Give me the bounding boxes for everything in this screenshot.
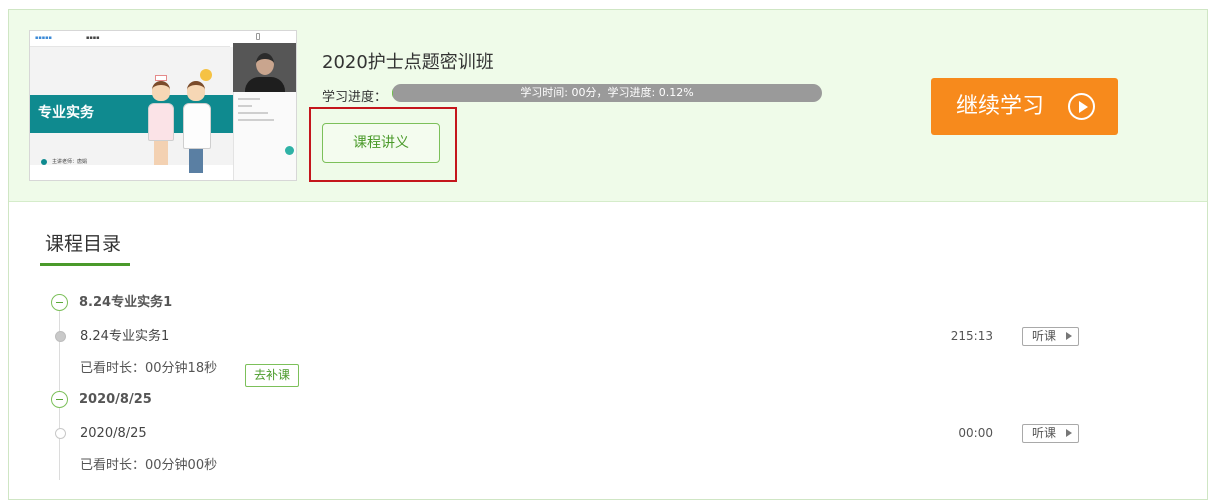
course-panel: ▪▪▪▪▪ ▪▪▪▪ 专业实务 主讲老师：唐娟 2020护士点题密训班 学习进度… [8, 9, 1208, 500]
lesson-name[interactable]: 8.24专业实务1 [80, 327, 169, 346]
timeline-node-icon [55, 428, 66, 439]
teacher-dot-icon [41, 159, 47, 165]
catalog-tab-underline [40, 263, 130, 266]
play-arrow-icon [1066, 429, 1072, 437]
progress-label: 学习进度： [322, 90, 388, 105]
lesson-duration: 00:00 [958, 426, 993, 440]
catalog-title: 课程目录 [45, 233, 122, 255]
course-notes-button[interactable]: 课程讲义 [322, 123, 440, 163]
listen-button[interactable]: 听课 [1022, 424, 1079, 443]
course-thumbnail[interactable]: ▪▪▪▪▪ ▪▪▪▪ 专业实务 主讲老师：唐娟 [29, 30, 297, 181]
slide-logo-icon [200, 69, 212, 81]
thumbnail-slide: 专业实务 主讲老师：唐娟 [30, 47, 233, 173]
lesson-duration: 215:13 [950, 329, 993, 343]
thumbnail-topbar: ▪▪▪▪▪ ▪▪▪▪ [30, 31, 230, 47]
collapse-minus-icon[interactable] [51, 391, 68, 408]
makeup-class-button[interactable]: 去补课 [245, 364, 299, 387]
play-circle-icon [1068, 93, 1095, 120]
continue-learning-button[interactable]: 继续学习 [931, 78, 1118, 135]
chapter-title: 2020/8/25 [79, 392, 152, 407]
progress-text: 学习时间: 00分，学习进度: 0.12% [520, 86, 694, 99]
watched-duration: 已看时长：00分钟18秒 [80, 361, 218, 376]
listen-label: 听课 [1032, 426, 1057, 440]
slide-subject: 专业实务 [38, 105, 94, 121]
phone-icon [256, 33, 260, 40]
listen-label: 听课 [1032, 329, 1057, 343]
timeline-node-icon [55, 331, 66, 342]
teacher-camera [233, 43, 296, 93]
collapse-minus-icon[interactable] [51, 294, 68, 311]
chapter-title: 8.24专业实务1 [79, 295, 173, 310]
lesson-name[interactable]: 2020/8/25 [80, 424, 147, 443]
watched-duration: 已看时长：00分钟00秒 [80, 458, 218, 473]
thumbnail-logo: ▪▪▪▪▪ [35, 35, 52, 41]
slide-teacher: 主讲老师：唐娟 [52, 159, 88, 165]
play-arrow-icon [1066, 332, 1072, 340]
thumbnail-sidepanel [233, 92, 296, 180]
continue-learning-label: 继续学习 [956, 94, 1045, 119]
course-card: ▪▪▪▪▪ ▪▪▪▪ 专业实务 主讲老师：唐娟 2020护士点题密训班 学习进度… [9, 10, 1207, 202]
thumbnail-breadcrumb: ▪▪▪▪ [86, 35, 100, 41]
course-title: 2020护士点题密训班 [322, 52, 494, 73]
refresh-icon [285, 146, 294, 155]
progress-bar: 学习时间: 00分，学习进度: 0.12% [392, 84, 822, 102]
listen-button[interactable]: 听课 [1022, 327, 1079, 346]
